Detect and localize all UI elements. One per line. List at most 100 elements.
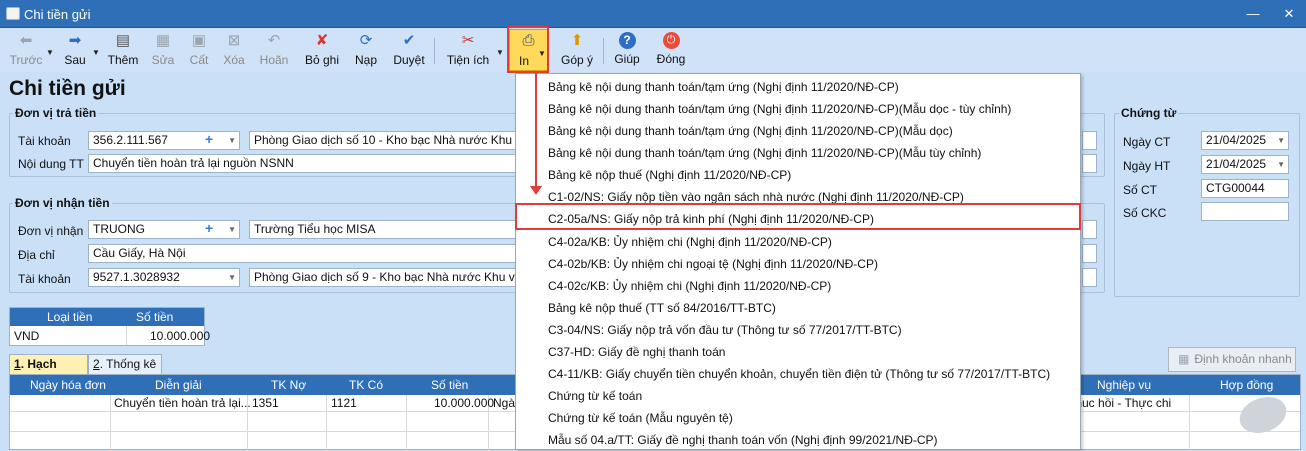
arrow-left-icon: ⬅ (19, 32, 33, 49)
menu-item-mau-04a-tt[interactable]: Mẫu số 04.a/TT: Giấy đề nghị thanh toán … (548, 433, 938, 447)
col-credit[interactable]: TK Có (349, 378, 383, 392)
tab-accounting[interactable]: 1. Hạch toán (9, 354, 88, 389)
close-window-button[interactable]: ✕ (1280, 6, 1298, 22)
tab-statistics[interactable]: 2. Thống kê (88, 354, 162, 374)
payee-unit-label: Đơn vị nhận (18, 224, 84, 238)
quick-entry-icon: ▦ (1178, 352, 1190, 366)
payee-unit-combo[interactable]: TRUONG + ▼ (88, 220, 240, 239)
menu-item-c4-02a-kb[interactable]: C4-02a/KB: Ủy nhiệm chi (Nghị định 11/20… (548, 235, 832, 249)
chevron-down-icon[interactable]: ▼ (228, 221, 236, 238)
date-ct-input[interactable]: 21/04/2025 ▼ (1201, 131, 1289, 150)
minimize-button[interactable]: — (1244, 6, 1262, 22)
date-ht-input[interactable]: 21/04/2025 ▼ (1201, 155, 1289, 174)
refresh-icon: ⟳ (359, 32, 373, 49)
menu-item-bang-ke-nop-thue-tt84[interactable]: Bảng kê nộp thuế (TT số 84/2016/TT-BTC) (548, 301, 776, 315)
menu-item-c4-02c-kb[interactable]: C4-02c/KB: Ủy nhiệm chi (Nghị định 11/20… (548, 279, 831, 293)
delete-button[interactable]: ⊠ Xóa (221, 30, 247, 70)
menu-item-bang-ke-nop-thue[interactable]: Bảng kê nộp thuế (Nghị định 11/2020/NĐ-C… (548, 168, 791, 182)
payer-bank-field-tail (1082, 131, 1097, 150)
col-invoice-date[interactable]: Ngày hóa đơn (30, 378, 106, 392)
currency-cell[interactable]: VND (14, 329, 39, 343)
next-dropdown-caret[interactable]: ▼ (92, 48, 100, 57)
save-button[interactable]: ▣ Cất (186, 30, 212, 70)
payee-bank-field[interactable]: Phòng Giao dịch số 9 - Kho bạc Nhà nước … (249, 268, 517, 287)
payer-legend: Đơn vị trả tiền (13, 106, 99, 120)
edit-icon: ▦ (155, 32, 171, 49)
currency-table-header: Loại tiền Số tiền (10, 308, 204, 326)
menu-item-c4-02b-kb[interactable]: C4-02b/KB: Ủy nhiệm chi ngoại tệ (Nghị đ… (548, 257, 878, 271)
row-amount[interactable]: 10.000.000 (434, 396, 494, 410)
menu-item-c37-hd[interactable]: C37-HD: Giấy đề nghị thanh toán (548, 345, 725, 359)
annotation-arrowhead (530, 186, 542, 195)
currency-type-header: Loại tiền (47, 310, 93, 324)
payer-bank-field[interactable]: Phòng Giao dịch số 10 - Kho bạc Nhà nước… (249, 131, 517, 150)
content-input[interactable]: Chuyển tiền hoàn trả lại nguồn NSNN (88, 154, 517, 173)
tools-icon: ✂ (461, 32, 475, 49)
menu-item-chung-tu-ke-toan[interactable]: Chứng từ kế toán (548, 389, 642, 403)
payee-unit-name-field[interactable]: Trường Tiểu học MISA (249, 220, 517, 239)
chevron-down-icon[interactable]: ▼ (228, 132, 236, 149)
utilities-button[interactable]: ✂ Tiện ích (446, 30, 490, 70)
voucher-legend: Chứng từ (1119, 106, 1179, 120)
load-button[interactable]: ⟳ Nạp (353, 30, 379, 70)
row-debit[interactable]: 1351 (252, 396, 279, 410)
chevron-down-icon[interactable]: ▼ (1277, 156, 1285, 173)
arrow-right-icon: ➡ (68, 32, 82, 49)
edit-button[interactable]: ▦ Sửa (150, 30, 176, 70)
menu-item-bang-ke-tt[interactable]: Bảng kê nội dung thanh toán/tạm ứng (Ngh… (548, 80, 899, 94)
app-icon (6, 7, 20, 20)
menu-item-c1-02-ns[interactable]: C1-02/NS: Giấy nộp tiền vào ngân sách nh… (548, 190, 964, 204)
add-button[interactable]: ▤ Thêm (106, 30, 140, 70)
ckc-input[interactable] (1201, 202, 1289, 221)
menu-item-c3-04-ns[interactable]: C3-04/NS: Giấy nộp trả vốn đầu tư (Thông… (548, 323, 902, 337)
chevron-down-icon[interactable]: ▼ (228, 269, 236, 286)
add-icon[interactable]: + (205, 132, 213, 148)
amount-cell[interactable]: 10.000.000 (150, 329, 210, 343)
close-button[interactable]: ⏻ Đóng (654, 30, 688, 70)
currency-table: Loại tiền Số tiền VND 10.000.000 (9, 307, 210, 346)
feedback-button[interactable]: ⬆ Góp ý (560, 30, 594, 70)
col-contract[interactable]: Hợp đồng (1220, 378, 1273, 392)
row-partial-cell[interactable]: Ngà (493, 396, 515, 410)
voucher-number-input[interactable]: CTG00044 (1201, 179, 1289, 198)
menu-item-bang-ke-tt-tuy-chinh[interactable]: Bảng kê nội dung thanh toán/tạm ứng (Ngh… (548, 146, 981, 160)
payee-account-label: Tài khoản (18, 272, 71, 286)
undo-button[interactable]: ↶ Hoãn (258, 30, 290, 70)
address-input[interactable]: Cầu Giấy, Hà Nội (88, 244, 517, 263)
menu-item-c4-11-kb[interactable]: C4-11/KB: Giấy chuyển tiền chuyển khoản,… (548, 367, 1050, 381)
row-credit[interactable]: 1121 (331, 396, 357, 410)
menu-item-bang-ke-tt-doc[interactable]: Bảng kê nội dung thanh toán/tạm ứng (Ngh… (548, 124, 953, 138)
chevron-down-icon[interactable]: ▼ (1277, 132, 1285, 149)
row-description[interactable]: Chuyển tiền hoàn trả lại... (114, 396, 251, 410)
print-button-highlight (507, 26, 549, 73)
utilities-dropdown-caret[interactable]: ▼ (496, 48, 504, 57)
menu-item-chung-tu-ke-toan-nguyen-te[interactable]: Chứng từ kế toán (Mẫu nguyên tệ) (548, 411, 733, 425)
undo-icon: ↶ (267, 32, 281, 49)
payee-legend: Đơn vị nhận tiền (13, 196, 112, 210)
menu-item-bang-ke-tt-doc-tuy-chinh[interactable]: Bảng kê nội dung thanh toán/tạm ứng (Ngh… (548, 102, 1011, 116)
payer-account-combo[interactable]: 356.2.111.567 + ▼ (88, 131, 240, 150)
amount-header: Số tiền (136, 310, 174, 324)
col-description[interactable]: Diễn giải (155, 378, 202, 392)
annotation-arrow (535, 72, 537, 190)
help-button[interactable]: ? Giúp (612, 30, 642, 70)
title-bar: Chi tiền gửi — ✕ (0, 0, 1306, 28)
voucher-number-label: Số CT (1123, 183, 1158, 197)
approve-button[interactable]: ✔ Duyệt (391, 30, 427, 70)
print-menu: Bảng kê nội dung thanh toán/tạm ứng (Ngh… (515, 73, 1081, 450)
add-icon[interactable]: + (205, 221, 213, 237)
feedback-icon: ⬆ (570, 32, 584, 49)
col-operation[interactable]: Nghiệp vụ (1097, 378, 1151, 392)
row-operation[interactable]: thuc hồi - Thực chi (1072, 396, 1171, 410)
delete-icon: ⊠ (227, 32, 241, 49)
prev-button[interactable]: ⬅ Trước (8, 30, 44, 70)
prev-dropdown-caret[interactable]: ▼ (46, 48, 54, 57)
date-ht-label: Ngày HT (1123, 159, 1171, 173)
next-button[interactable]: ➡ Sau (60, 30, 90, 70)
unpost-button[interactable]: ✘ Bỏ ghi (303, 30, 341, 70)
col-amount[interactable]: Số tiền (431, 378, 468, 392)
payee-account-combo[interactable]: 9527.1.3028932 ▼ (88, 268, 240, 287)
unpost-icon: ✘ (315, 32, 329, 49)
col-debit[interactable]: TK Nợ (271, 378, 306, 392)
quick-entry-button[interactable]: ▦ Định khoản nhanh (1168, 347, 1296, 372)
